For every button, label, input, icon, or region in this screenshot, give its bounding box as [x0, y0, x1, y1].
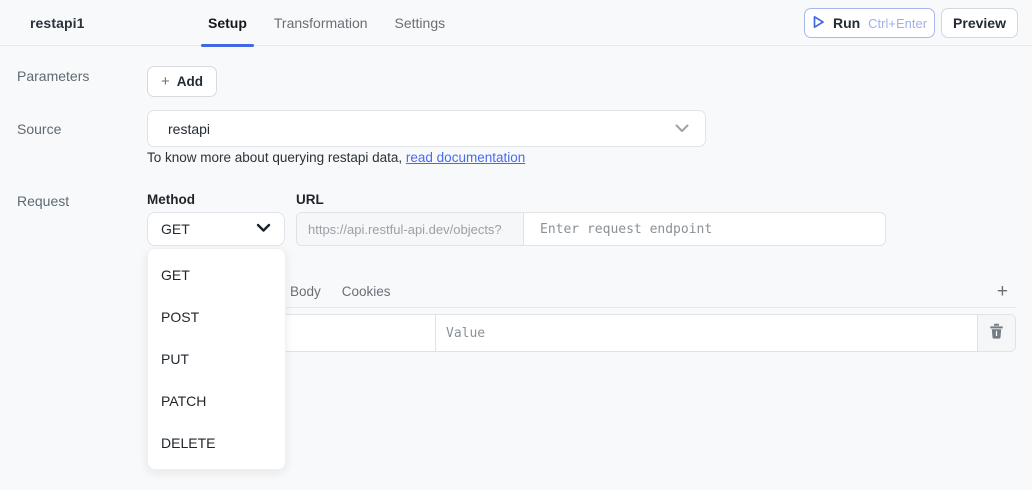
source-section-label: Source — [17, 121, 61, 137]
url-endpoint-input[interactable] — [524, 213, 885, 245]
query-name[interactable]: restapi1 — [30, 0, 85, 46]
chevron-down-icon — [675, 120, 689, 138]
tab-setup[interactable]: Setup — [201, 0, 254, 46]
preview-button[interactable]: Preview — [941, 8, 1018, 38]
method-option-post[interactable]: POST — [148, 296, 285, 338]
add-parameter-label: Add — [177, 74, 203, 89]
run-button[interactable]: Run Ctrl+Enter — [804, 8, 935, 38]
method-option-put[interactable]: PUT — [148, 338, 285, 380]
url-field-label: URL — [296, 192, 324, 207]
method-dropdown-menu: GET POST PUT PATCH DELETE — [147, 248, 286, 470]
delete-row-button[interactable] — [977, 315, 1015, 351]
tab-settings[interactable]: Settings — [388, 0, 453, 46]
subtab-body[interactable]: Body — [290, 284, 321, 299]
read-documentation-link[interactable]: read documentation — [406, 150, 525, 165]
chevron-down-icon — [256, 220, 271, 238]
tab-transformation[interactable]: Transformation — [267, 0, 375, 46]
header-tab-group: Setup Transformation Settings — [201, 0, 452, 46]
method-option-get[interactable]: GET — [148, 254, 285, 296]
add-row-button[interactable]: + — [995, 282, 1010, 301]
method-field-label: Method — [147, 192, 195, 207]
method-option-delete[interactable]: DELETE — [148, 422, 285, 464]
query-editor-panel: restapi1 Setup Transformation Settings R… — [0, 0, 1032, 490]
run-shortcut-hint: Ctrl+Enter — [868, 16, 927, 31]
run-button-label: Run — [833, 15, 860, 31]
play-icon — [812, 15, 825, 32]
header-actions: Run Ctrl+Enter Preview — [804, 8, 1018, 38]
url-base-prefix: https://api.restful-api.dev/objects? — [297, 213, 524, 245]
subtab-cookies[interactable]: Cookies — [342, 284, 391, 299]
helper-text: To know more about querying restapi data… — [147, 150, 406, 165]
trash-icon — [989, 323, 1004, 344]
source-select[interactable]: restapi — [147, 110, 706, 147]
url-field-group: https://api.restful-api.dev/objects? — [296, 212, 886, 246]
method-select[interactable]: GET — [147, 212, 285, 246]
request-section-label: Request — [17, 193, 69, 209]
method-option-patch[interactable]: PATCH — [148, 380, 285, 422]
value-input[interactable] — [436, 315, 977, 351]
parameters-section-label: Parameters — [17, 68, 89, 84]
add-parameter-button[interactable]: + Add — [147, 66, 217, 97]
query-header-bar: restapi1 Setup Transformation Settings R… — [0, 0, 1032, 46]
source-helper-text: To know more about querying restapi data… — [147, 150, 525, 165]
plus-icon: + — [161, 74, 170, 89]
method-select-value: GET — [161, 221, 256, 237]
source-select-value: restapi — [168, 121, 675, 137]
